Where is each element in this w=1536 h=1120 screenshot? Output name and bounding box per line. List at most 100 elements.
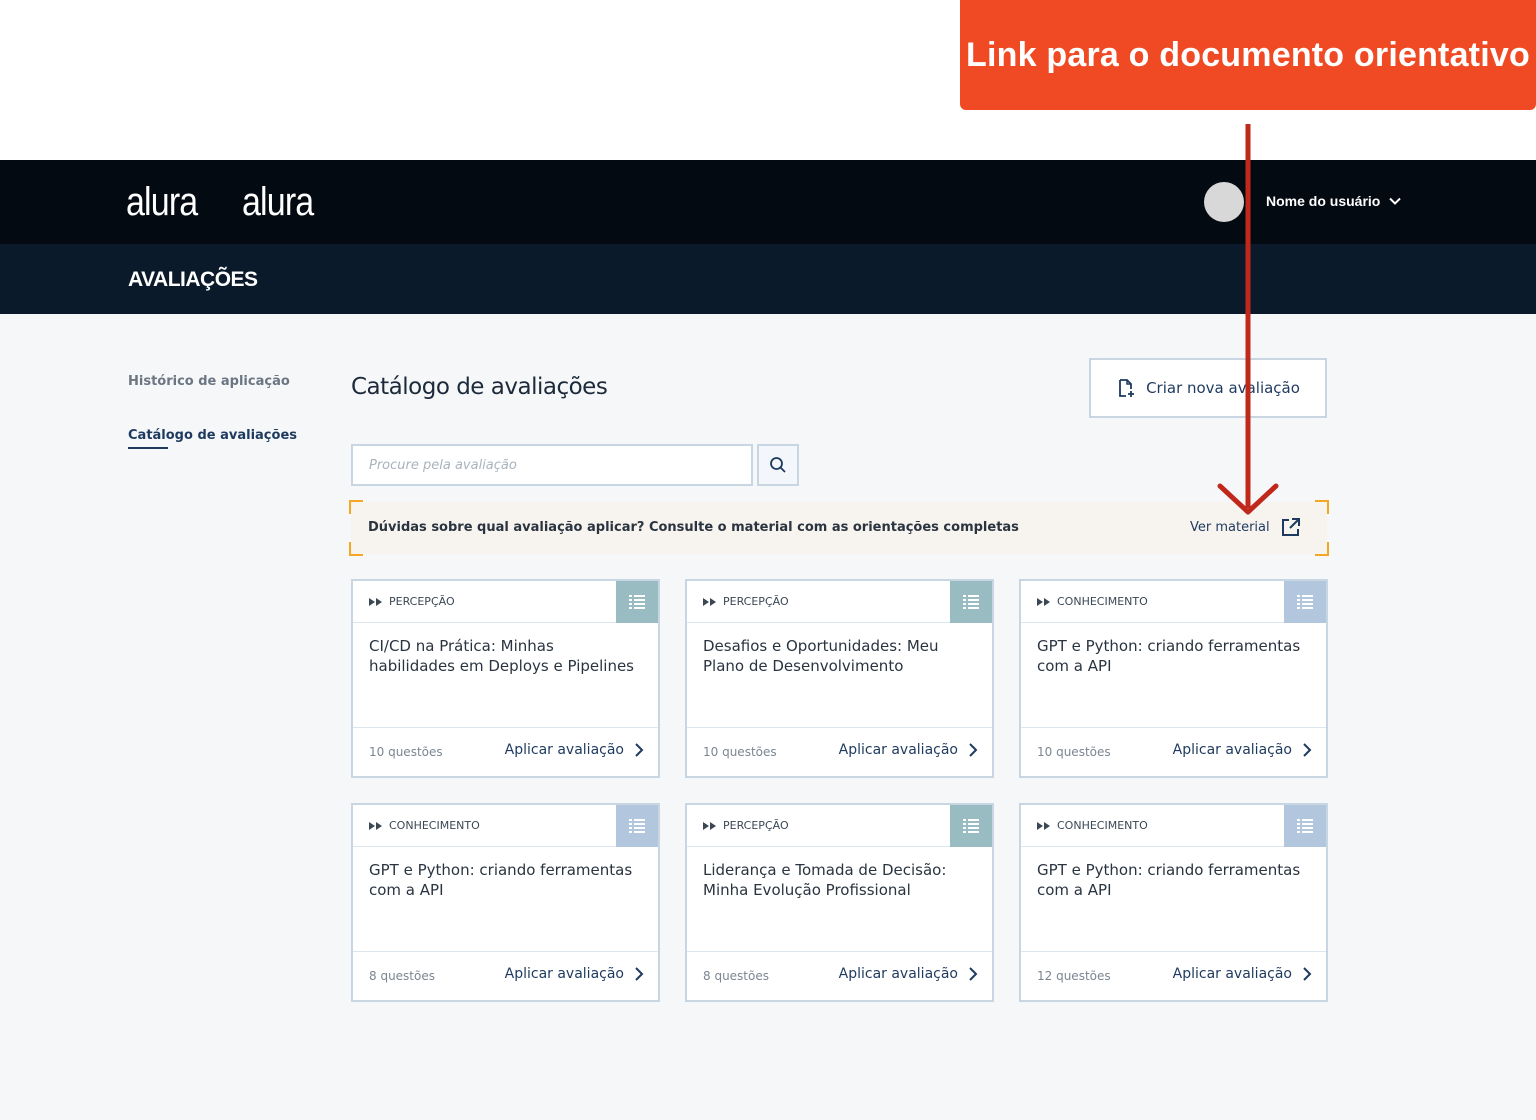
card-title: GPT e Python: criando ferramentas com a … xyxy=(1037,861,1301,899)
alura-logo[interactable]: alura xyxy=(126,180,198,225)
list-icon xyxy=(1297,819,1313,833)
create-evaluation-label: Criar nova avaliação xyxy=(1146,379,1300,397)
notice-corner xyxy=(1315,500,1329,514)
card-category: PERCEPÇÃO xyxy=(703,819,789,832)
card-details-button[interactable] xyxy=(616,581,658,623)
card-question-count: 10 questões xyxy=(1037,745,1111,759)
card-category-label: CONHECIMENTO xyxy=(1057,819,1148,832)
user-menu[interactable]: Nome do usuário xyxy=(1266,193,1402,209)
apply-evaluation-button[interactable]: Aplicar avaliação xyxy=(505,966,644,982)
notice-corner xyxy=(1315,542,1329,556)
list-icon xyxy=(1297,595,1313,609)
card-header: PERCEPÇÃO xyxy=(687,805,992,847)
apply-evaluation-button[interactable]: Aplicar avaliação xyxy=(839,966,978,982)
list-icon xyxy=(963,819,979,833)
external-link-icon xyxy=(1281,518,1300,536)
card-details-button[interactable] xyxy=(1284,581,1326,623)
card-category: CONHECIMENTO xyxy=(1037,595,1148,608)
notice-corner xyxy=(349,542,363,556)
view-material-link[interactable]: Ver material xyxy=(1190,516,1302,538)
chevron-right-icon xyxy=(1303,967,1312,981)
annotation-callout: Link para o documento orientativo xyxy=(960,0,1536,110)
card-title: CI/CD na Prática: Minhas habilidades em … xyxy=(369,637,634,675)
apply-evaluation-button[interactable]: Aplicar avaliação xyxy=(839,742,978,758)
notice-corner xyxy=(349,500,363,514)
card-category: PERCEPÇÃO xyxy=(703,595,789,608)
double-play-icon xyxy=(369,821,382,830)
chevron-right-icon xyxy=(635,743,644,757)
card-title: Desafios e Oportunidades: Meu Plano de D… xyxy=(703,637,939,675)
apply-evaluation-button[interactable]: Aplicar avaliação xyxy=(1173,742,1312,758)
apply-evaluation-button[interactable]: Aplicar avaliação xyxy=(505,742,644,758)
evaluation-card: CONHECIMENTO GPT e Python: criando ferra… xyxy=(1019,579,1328,778)
evaluation-card: PERCEPÇÃO CI/CD na Prática: Minhas habil… xyxy=(351,579,660,778)
card-title: Liderança e Tomada de Decisão: Minha Evo… xyxy=(703,861,947,899)
card-question-count: 12 questões xyxy=(1037,969,1111,983)
card-question-count: 10 questões xyxy=(703,745,777,759)
evaluation-card: CONHECIMENTO GPT e Python: criando ferra… xyxy=(351,803,660,1002)
card-footer: 10 questões Aplicar avaliação xyxy=(1021,727,1326,776)
list-icon xyxy=(963,595,979,609)
list-icon xyxy=(629,819,645,833)
page-title: Catálogo de avaliações xyxy=(351,374,608,400)
search-input[interactable] xyxy=(351,444,753,486)
sidebar-item-historico[interactable]: Histórico de aplicação xyxy=(128,374,290,389)
card-header: CONHECIMENTO xyxy=(1021,581,1326,623)
card-footer: 12 questões Aplicar avaliação xyxy=(1021,951,1326,1000)
card-title: GPT e Python: criando ferramentas com a … xyxy=(369,861,633,899)
card-question-count: 8 questões xyxy=(703,969,769,983)
double-play-icon xyxy=(369,597,382,606)
alura-logo-secondary[interactable]: alura xyxy=(242,180,314,225)
card-details-button[interactable] xyxy=(950,581,992,623)
chevron-right-icon xyxy=(1303,743,1312,757)
card-category-label: PERCEPÇÃO xyxy=(389,595,455,608)
apply-evaluation-label: Aplicar avaliação xyxy=(504,966,624,982)
card-category: PERCEPÇÃO xyxy=(369,595,455,608)
avatar[interactable] xyxy=(1204,182,1244,222)
evaluation-card: PERCEPÇÃO Liderança e Tomada de Decisão:… xyxy=(685,803,994,1002)
apply-evaluation-label: Aplicar avaliação xyxy=(838,742,958,758)
sidebar-active-indicator xyxy=(128,447,168,449)
card-question-count: 8 questões xyxy=(369,969,435,983)
card-details-button[interactable] xyxy=(1284,805,1326,847)
apply-evaluation-label: Aplicar avaliação xyxy=(1172,966,1292,982)
card-footer: 8 questões Aplicar avaliação xyxy=(353,951,658,1000)
double-play-icon xyxy=(1037,597,1050,606)
card-category: CONHECIMENTO xyxy=(369,819,480,832)
apply-evaluation-label: Aplicar avaliação xyxy=(504,742,624,758)
card-header: CONHECIMENTO xyxy=(1021,805,1326,847)
double-play-icon xyxy=(703,821,716,830)
card-details-button[interactable] xyxy=(616,805,658,847)
evaluation-card: PERCEPÇÃO Desafios e Oportunidades: Meu … xyxy=(685,579,994,778)
chevron-right-icon xyxy=(635,967,644,981)
chevron-right-icon xyxy=(969,967,978,981)
create-evaluation-button[interactable]: Criar nova avaliação xyxy=(1089,358,1327,418)
apply-evaluation-label: Aplicar avaliação xyxy=(1172,742,1292,758)
chevron-right-icon xyxy=(969,743,978,757)
card-header: CONHECIMENTO xyxy=(353,805,658,847)
list-icon xyxy=(629,595,645,609)
card-question-count: 10 questões xyxy=(369,745,443,759)
search-icon xyxy=(770,457,786,473)
card-header: PERCEPÇÃO xyxy=(687,581,992,623)
section-title: AVALIAÇÕES xyxy=(128,268,258,291)
card-details-button[interactable] xyxy=(950,805,992,847)
apply-evaluation-label: Aplicar avaliação xyxy=(838,966,958,982)
double-play-icon xyxy=(1037,821,1050,830)
search-button[interactable] xyxy=(757,444,799,486)
card-category-label: PERCEPÇÃO xyxy=(723,819,789,832)
apply-evaluation-button[interactable]: Aplicar avaliação xyxy=(1173,966,1312,982)
sidebar-item-catalogo[interactable]: Catálogo de avaliações xyxy=(128,428,297,443)
card-header: PERCEPÇÃO xyxy=(353,581,658,623)
card-footer: 8 questões Aplicar avaliação xyxy=(687,951,992,1000)
view-material-label: Ver material xyxy=(1190,519,1270,535)
card-footer: 10 questões Aplicar avaliação xyxy=(353,727,658,776)
evaluation-card: CONHECIMENTO GPT e Python: criando ferra… xyxy=(1019,803,1328,1002)
double-play-icon xyxy=(703,597,716,606)
card-title: GPT e Python: criando ferramentas com a … xyxy=(1037,637,1301,675)
annotation-callout-text: Link para o documento orientativo xyxy=(966,35,1530,74)
card-footer: 10 questões Aplicar avaliação xyxy=(687,727,992,776)
user-name: Nome do usuário xyxy=(1266,193,1381,209)
card-category-label: CONHECIMENTO xyxy=(389,819,480,832)
card-category-label: CONHECIMENTO xyxy=(1057,595,1148,608)
